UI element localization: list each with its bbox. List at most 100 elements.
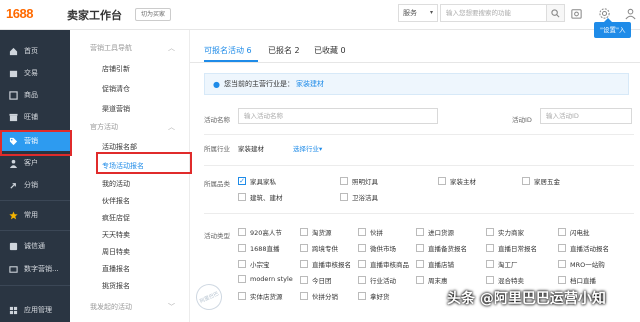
checkbox-icon [238,260,246,268]
type-checkbox[interactable]: MRO一站购 [558,259,605,269]
type-checkbox[interactable]: 直播活动报名 [558,243,609,253]
checkbox-label: 跨境专供 [312,245,338,253]
type-checkbox[interactable]: 进口货源 [416,227,454,237]
type-checkbox[interactable]: 直播审核报名 [300,259,351,269]
nav-label: 旺铺 [24,113,38,121]
type-checkbox[interactable]: 直播店铺 [416,259,454,269]
star-icon [8,210,18,220]
type-checkbox[interactable]: 微供市场 [358,243,396,253]
activity-id-label: 活动ID [512,116,532,124]
type-checkbox[interactable]: 小宗宝 [238,259,270,269]
checkbox-icon [300,228,308,236]
chevron-up-icon[interactable]: ︿ [168,43,175,53]
type-checkbox[interactable]: 淘货源 [300,227,332,237]
user-icon[interactable] [622,5,638,21]
nav-item-shop[interactable]: 旺铺 [0,107,70,127]
subnav-item[interactable]: 伙伴报名 [102,196,130,206]
nav-label: 客户 [24,159,38,167]
chevron-down-icon[interactable]: ﹀ [168,302,175,312]
category-checkbox[interactable]: ✓ 家具家私 [238,176,276,186]
search-input[interactable]: 输入您想要搜索的功能 [440,4,547,22]
subnav-group-mine[interactable]: 我发起的活动 [90,302,132,312]
switch-role-button[interactable]: 切为买家 [135,8,172,21]
checkbox-icon [486,260,494,268]
industry-select[interactable]: 选择行业▾ [293,143,322,153]
subnav-item[interactable]: 直播报名 [102,264,130,274]
type-checkbox[interactable]: 周末惠 [416,275,448,285]
category-checkbox[interactable]: 卫浴洁具 [340,192,378,202]
subnav-item[interactable]: 周日特卖 [102,247,130,257]
category-checkbox[interactable]: 家装主材 [438,176,476,186]
type-checkbox[interactable]: 档口直播 [558,275,596,285]
checkbox-label: 档口直播 [570,277,596,285]
checkbox-label: 家居五金 [534,178,560,186]
type-checkbox[interactable]: 伙拼分销 [300,291,338,301]
type-checkbox[interactable]: 直播日常报名 [486,243,537,253]
checkbox-icon [358,276,366,284]
chevron-up-icon[interactable]: ︿ [168,122,175,132]
tab-available[interactable]: 可报名活动 6 [204,45,252,56]
nav-item-app-management[interactable]: 应用管理 [0,300,70,320]
checkbox-label: 家装主材 [450,178,476,186]
checkbox-label: 照明灯具 [352,178,378,186]
nav-item-digital-marketing[interactable]: 数字营销... [0,259,70,279]
type-checkbox[interactable]: modern style [238,275,293,283]
type-checkbox[interactable]: 拿好货 [358,291,390,301]
shop-icon [8,112,18,122]
activity-id-input[interactable]: 输入活动ID [540,108,632,124]
share-icon [8,180,18,190]
checkbox-icon [416,228,424,236]
checkbox-label: MRO一站购 [570,261,605,269]
type-checkbox[interactable]: 920高人节 [238,227,282,237]
nav-item-trade[interactable]: 交易 [0,63,70,83]
subnav-item[interactable]: 天天特卖 [102,230,130,240]
subnav-group-tools[interactable]: 营销工具导航 [90,43,132,53]
type-checkbox[interactable]: 1688直播 [238,243,280,253]
search-button[interactable] [547,4,565,22]
nav-item-goods[interactable]: 商品 [0,85,70,105]
type-checkbox[interactable]: 实力商家 [486,227,524,237]
nav-item-distribution[interactable]: 分销 [0,175,70,195]
type-checkbox[interactable]: 实体店货源 [238,291,283,301]
tab-signed-up[interactable]: 已报名 2 [268,45,300,56]
subnav-item[interactable]: 挑货报名 [102,281,130,291]
category-checkbox[interactable]: 照明灯具 [340,176,378,186]
tab-favorites[interactable]: 已收藏 0 [314,45,346,56]
logo[interactable]: 1688 [6,6,33,21]
category-label: 所属品类 [204,180,230,188]
type-checkbox[interactable]: 闪电批 [558,227,590,237]
nav-label: 常用 [24,211,38,219]
subnav-item[interactable]: 疯狂店促 [102,213,130,223]
subnav-item[interactable]: 活动报名部 [102,142,137,152]
type-checkbox[interactable]: 混合特卖 [486,275,524,285]
type-checkbox[interactable]: 行业活动 [358,275,396,285]
activity-type-label: 活动类型 [204,232,230,240]
type-checkbox[interactable]: 跨境专供 [300,243,338,253]
service-select[interactable]: 服务 ▾ [398,4,438,22]
nav-item-chengxintong[interactable]: 诚信通 [0,236,70,256]
checkbox-icon [358,260,366,268]
checkbox-label: 混合特卖 [498,277,524,285]
type-checkbox[interactable]: 直播备货报名 [416,243,467,253]
nav-item-customer[interactable]: 客户 [0,153,70,173]
subnav-item[interactable]: 促销清仓 [102,84,130,94]
highlight-box-special-signup [96,152,192,174]
type-checkbox[interactable]: 伙拼 [358,227,383,237]
nav-item-home[interactable]: 首页 [0,41,70,61]
category-checkbox[interactable]: 家居五金 [522,176,560,186]
type-checkbox[interactable]: 今日团 [300,275,332,285]
subnav-item[interactable]: 渠道营销 [102,104,130,114]
activity-name-input[interactable]: 输入活动名称 [238,108,438,124]
subnav-item[interactable]: 我的活动 [102,179,130,189]
subnav-group-official[interactable]: 官方活动 [90,122,118,132]
category-checkbox[interactable]: 建筑、建材 [238,192,283,202]
caret-down-icon: ▾ [319,145,323,153]
type-checkbox[interactable]: 直播审核商品 [358,259,409,269]
home-icon [8,46,18,56]
nav-label: 交易 [24,69,38,77]
type-checkbox[interactable]: 淘工厂 [486,259,518,269]
nav-label: 数字营销... [24,265,59,273]
subnav-item[interactable]: 店铺引新 [102,64,130,74]
notice-icon[interactable] [568,5,584,21]
nav-item-favorites[interactable]: 常用 [0,205,70,225]
